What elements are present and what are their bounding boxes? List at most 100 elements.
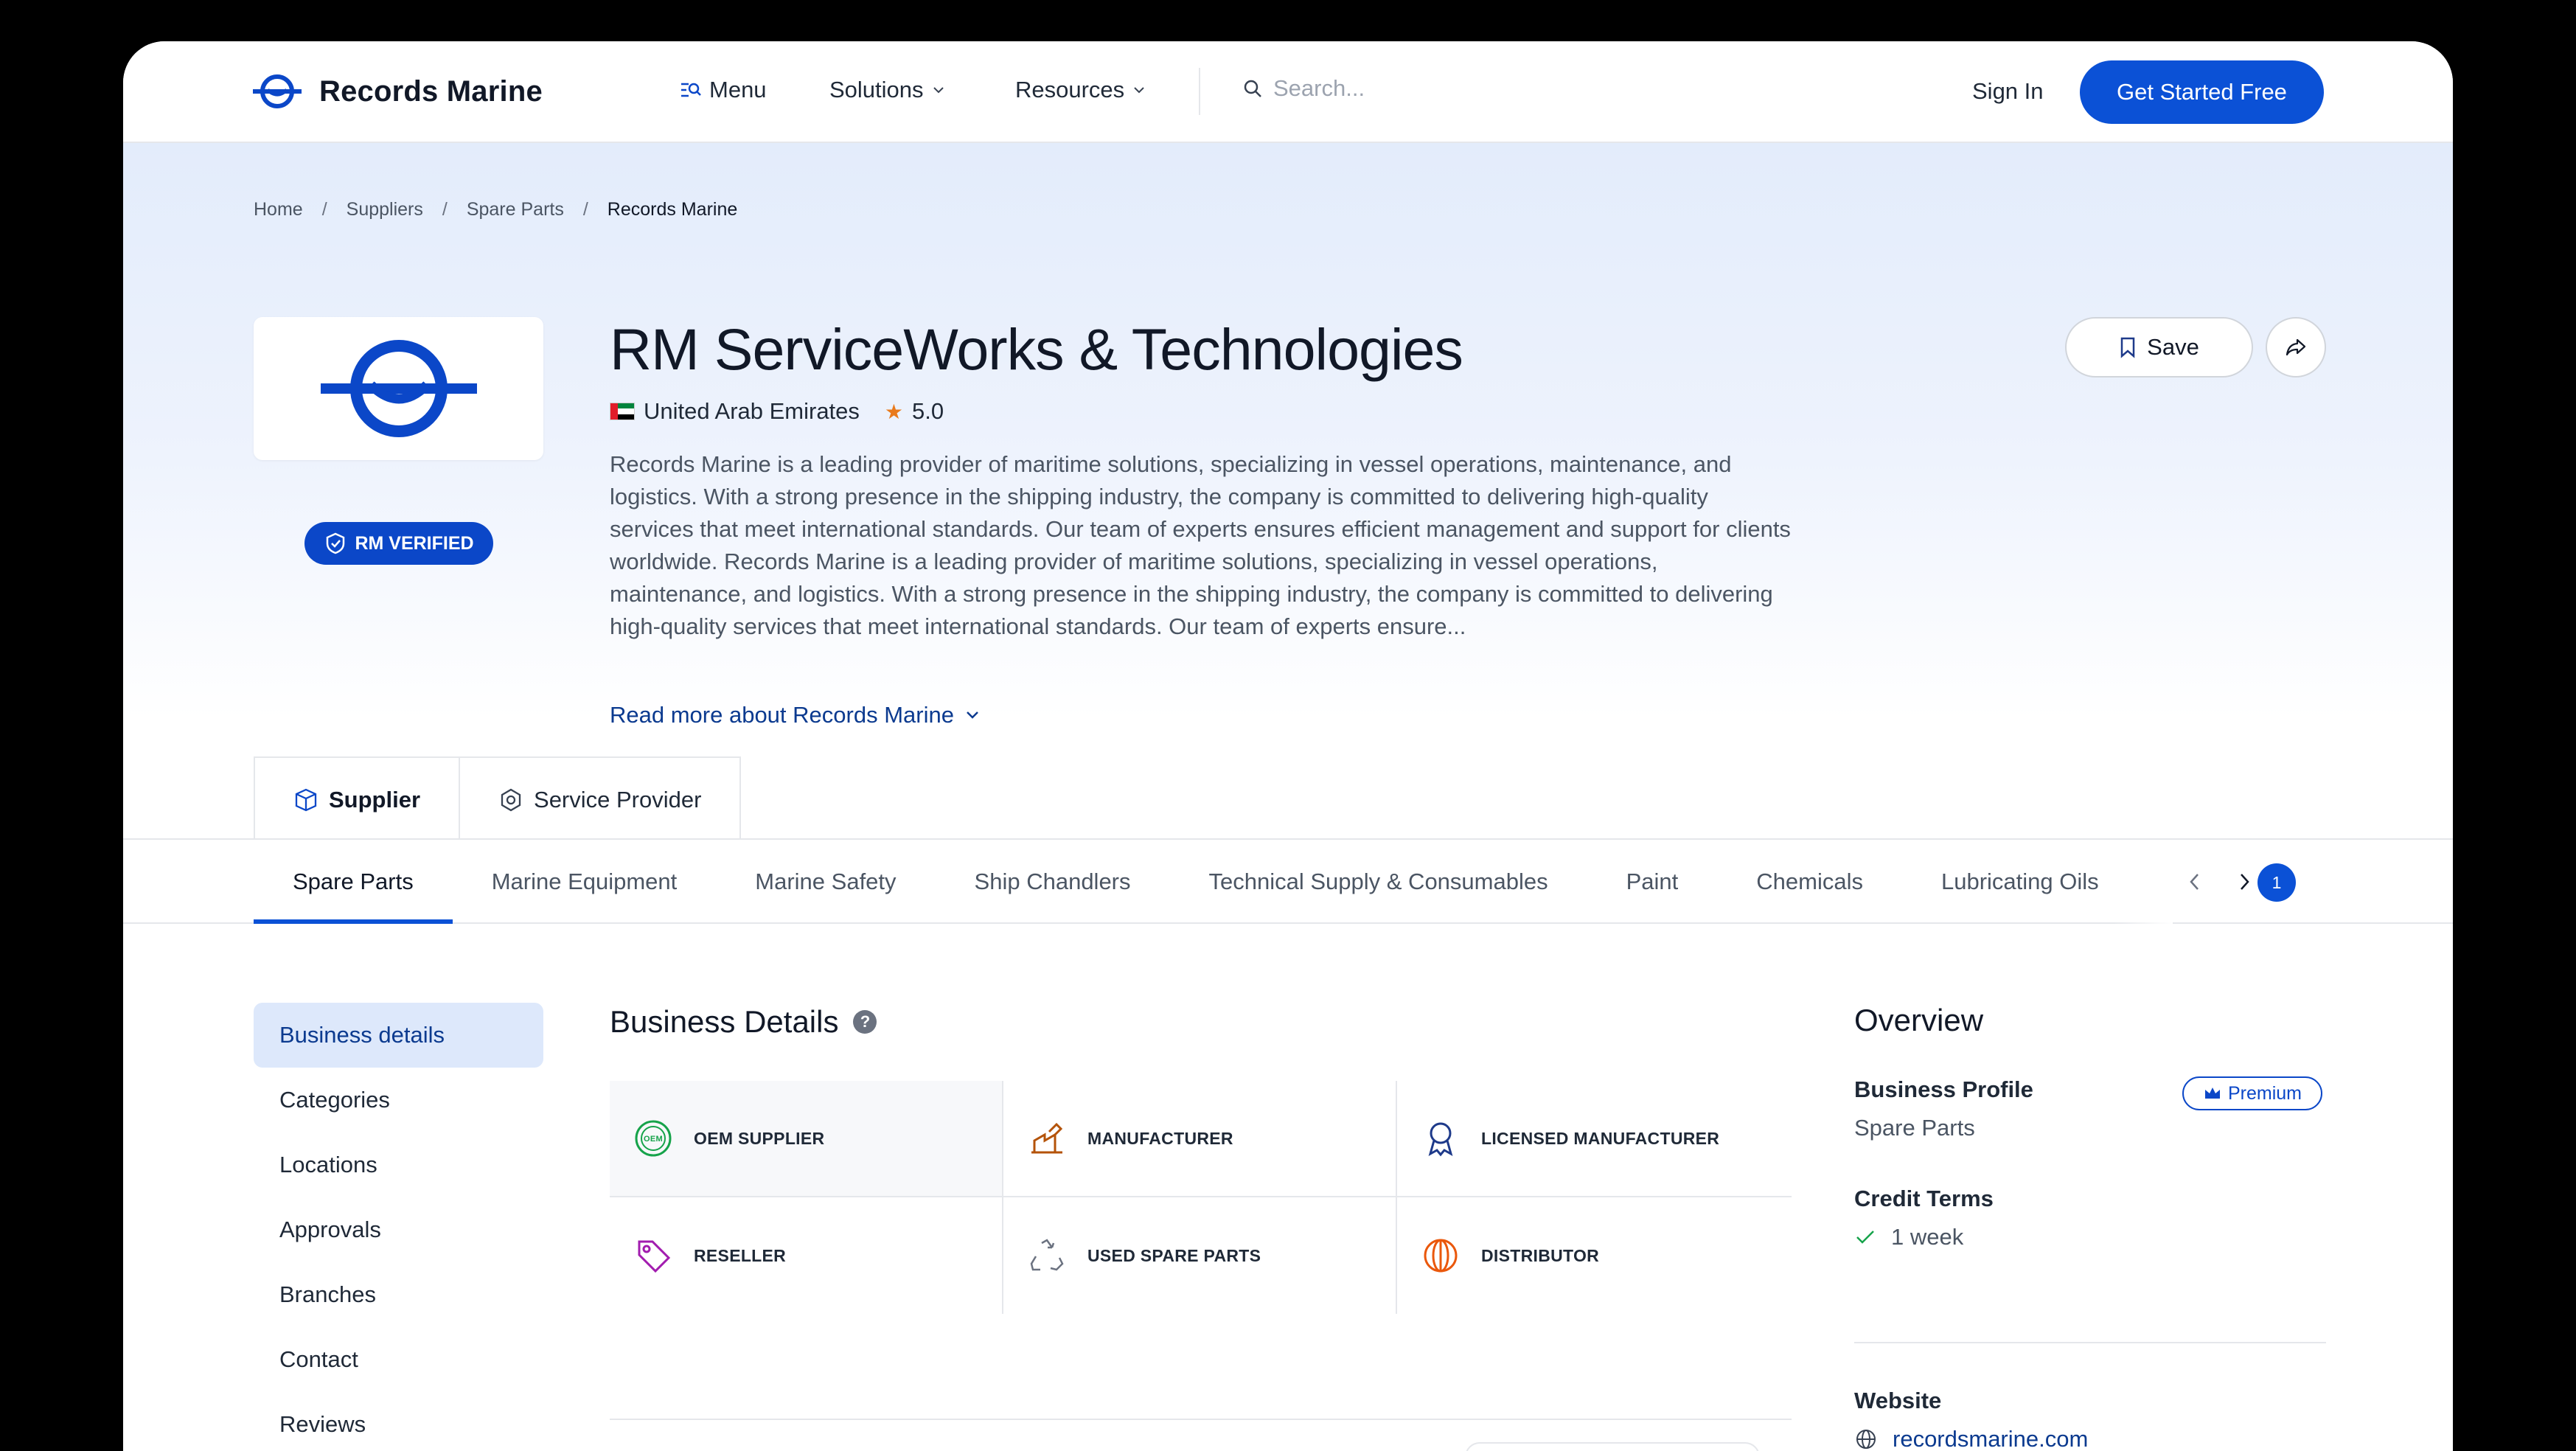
- uae-flag-icon: [610, 403, 635, 420]
- company-hero: Home / Suppliers / Spare Parts / Records…: [123, 143, 2453, 728]
- business-type-used-spare-parts: USED SPARE PARTS: [1003, 1197, 1397, 1314]
- business-type-manufacturer: MANUFACTURER: [1003, 1081, 1397, 1197]
- search-input[interactable]: Search...: [1242, 75, 1365, 102]
- share-icon: [2286, 338, 2306, 356]
- role-tabs: Supplier Service Provider: [254, 756, 742, 842]
- business-profile-label: Business Profile: [1854, 1076, 2033, 1102]
- chevron-down-icon: [933, 87, 944, 94]
- tab-service-provider[interactable]: Service Provider: [460, 756, 742, 842]
- website-row: recordsmarine.com: [1854, 1426, 2088, 1451]
- verified-badge: RM VERIFIED: [304, 522, 493, 565]
- category-tab-ship-chandlers[interactable]: Ship Chandlers: [936, 840, 1170, 924]
- business-type-distributor: DISTRIBUTOR: [1397, 1197, 1792, 1314]
- chevron-down-icon: [1134, 87, 1144, 94]
- company-logo-icon: [320, 340, 477, 437]
- company-logo-card: [254, 317, 543, 460]
- sidebar-item-categories[interactable]: Categories: [254, 1068, 543, 1132]
- resources-label: Resources: [1015, 77, 1125, 102]
- sidebar-item-contact[interactable]: Contact: [254, 1327, 543, 1392]
- sidebar-item-approvals[interactable]: Approvals: [254, 1197, 543, 1262]
- overview-divider: [1854, 1342, 2326, 1343]
- tab-supplier-label: Supplier: [329, 787, 421, 813]
- overview-title: Overview: [1854, 1003, 1984, 1037]
- breadcrumb-home[interactable]: Home: [254, 199, 303, 220]
- logo-text: Records Marine: [319, 74, 543, 108]
- award-icon: [1428, 1122, 1453, 1157]
- category-tab-marine-equipment[interactable]: Marine Equipment: [453, 840, 717, 924]
- category-tab-technical-supply[interactable]: Technical Supply & Consumables: [1170, 840, 1587, 924]
- svg-text:OEM: OEM: [644, 1135, 663, 1144]
- top-navigation: Records Marine Menu Solutions Resources …: [123, 41, 2453, 143]
- menu-label: Menu: [709, 77, 767, 102]
- website-link[interactable]: recordsmarine.com: [1893, 1426, 2088, 1451]
- read-more-link[interactable]: Read more about Records Marine: [610, 702, 981, 728]
- business-type-label: DISTRIBUTOR: [1481, 1245, 1600, 1265]
- search-icon: [1244, 80, 1261, 97]
- category-list: Spare Parts Marine Equipment Marine Safe…: [254, 840, 2252, 925]
- help-icon[interactable]: ?: [853, 1010, 877, 1034]
- solutions-label: Solutions: [829, 77, 924, 102]
- get-started-button[interactable]: Get Started Free: [2080, 60, 2324, 124]
- breadcrumb-separator: /: [442, 199, 448, 220]
- section-divider: [610, 1419, 1792, 1420]
- recycle-icon: [1030, 1239, 1064, 1271]
- premium-badge: Premium: [2182, 1076, 2322, 1110]
- records-marine-logo-icon: [253, 74, 302, 108]
- business-type-label: RESELLER: [694, 1245, 787, 1265]
- save-button[interactable]: Save: [2065, 317, 2253, 377]
- category-tab-marine-safety[interactable]: Marine Safety: [716, 840, 935, 924]
- sidebar-item-locations[interactable]: Locations: [254, 1132, 543, 1197]
- business-type-label: MANUFACTURER: [1087, 1128, 1233, 1148]
- package-icon: [295, 788, 317, 812]
- chevron-right-icon: [2241, 874, 2249, 890]
- premium-label: Premium: [2227, 1082, 2302, 1104]
- tab-supplier[interactable]: Supplier: [254, 756, 461, 842]
- breadcrumb-suppliers[interactable]: Suppliers: [347, 199, 423, 220]
- read-more-label: Read more about Records Marine: [610, 702, 954, 728]
- share-button[interactable]: [2266, 317, 2326, 377]
- sidebar-item-business-details[interactable]: Business details: [254, 1003, 543, 1068]
- credit-terms-row: 1 week: [1854, 1224, 1963, 1250]
- business-type-oem-supplier: OEM OEM SUPPLIER: [610, 1081, 1003, 1197]
- sidebar-item-reviews[interactable]: Reviews: [254, 1392, 543, 1451]
- save-label: Save: [2147, 334, 2199, 360]
- credit-terms-label: Credit Terms: [1854, 1186, 1994, 1211]
- business-type-label: OEM SUPPLIER: [694, 1128, 825, 1148]
- resources-dropdown[interactable]: Resources: [1015, 77, 1146, 103]
- bookmark-icon: [2120, 337, 2135, 358]
- breadcrumb-spare-parts[interactable]: Spare Parts: [467, 199, 564, 220]
- menu-button[interactable]: Menu: [680, 77, 767, 103]
- chevron-left-icon: [2190, 874, 2199, 890]
- sign-in-link[interactable]: Sign In: [1972, 78, 2044, 105]
- website-label: Website: [1854, 1388, 1942, 1413]
- tag-icon: [638, 1240, 671, 1273]
- company-meta: United Arab Emirates ★ 5.0: [610, 398, 944, 425]
- category-tab-chemicals[interactable]: Chemicals: [1717, 840, 1902, 924]
- category-tab-lubricating-oils[interactable]: Lubricating Oils: [1902, 840, 2138, 924]
- credit-terms-value: 1 week: [1891, 1224, 1964, 1250]
- partial-control[interactable]: [1465, 1442, 1760, 1451]
- search-placeholder: Search...: [1273, 75, 1365, 101]
- business-details-heading: Business Details ?: [610, 1004, 877, 1040]
- globe-icon: [1424, 1239, 1458, 1273]
- menu-search-icon: [681, 83, 701, 97]
- business-type-label: USED SPARE PARTS: [1087, 1245, 1261, 1265]
- category-tab-spare-parts[interactable]: Spare Parts: [254, 840, 453, 924]
- solutions-dropdown[interactable]: Solutions: [829, 77, 946, 103]
- business-type-grid: OEM OEM SUPPLIER MANUFACTURER LICENSED M…: [610, 1081, 1792, 1314]
- category-tab-paint[interactable]: Paint: [1587, 840, 1718, 924]
- business-type-reseller: RESELLER: [610, 1197, 1003, 1314]
- site-logo[interactable]: Records Marine: [251, 72, 543, 111]
- business-type-label: LICENSED MANUFACTURER: [1481, 1128, 1720, 1148]
- overview-panel: Overview Business Profile Premium Spare …: [1854, 1003, 2326, 1451]
- category-prev-button[interactable]: [2175, 862, 2215, 902]
- factory-icon: [1031, 1122, 1063, 1154]
- sidebar-item-branches[interactable]: Branches: [254, 1262, 543, 1327]
- company-rating: 5.0: [912, 398, 944, 424]
- breadcrumb-current: Records Marine: [607, 199, 738, 220]
- category-fade: [2114, 840, 2173, 924]
- globe-icon: [1856, 1430, 1876, 1449]
- check-icon: [1856, 1231, 1874, 1244]
- business-type-licensed-manufacturer: LICENSED MANUFACTURER: [1397, 1081, 1792, 1197]
- breadcrumb: Home / Suppliers / Spare Parts / Records…: [254, 199, 737, 220]
